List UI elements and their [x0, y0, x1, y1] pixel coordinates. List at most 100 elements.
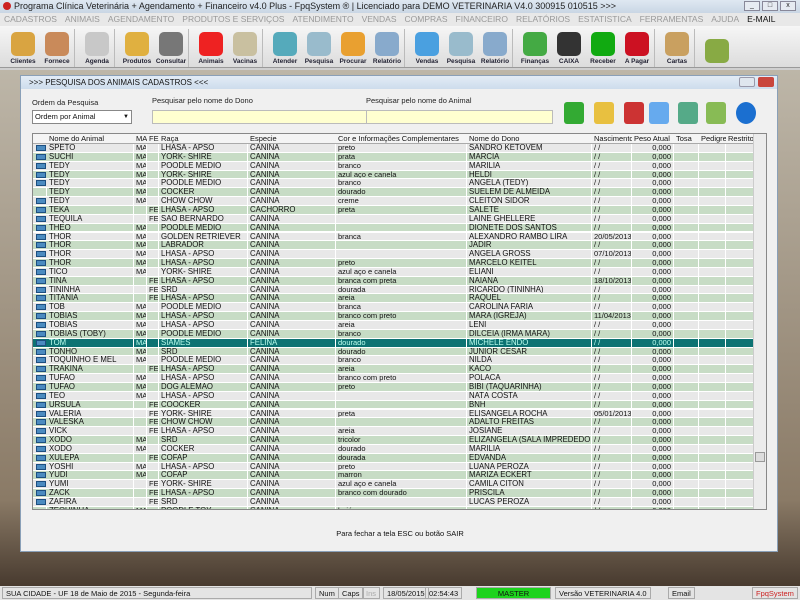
toolbar-button-clientes[interactable]: Clientes: [6, 27, 40, 67]
table-row[interactable]: VALESKA FE CHOW CHOW CANINA ADALTO FREITAS /…: [33, 418, 754, 428]
table-row[interactable]: TONHO MA SRD CANINA dourado JUNIOR CESAR / /0…: [33, 347, 754, 357]
help-button[interactable]: [739, 77, 755, 87]
table-row[interactable]: TEDY MA COCKER CANINA dourado SUELEM DE ALMEI…: [33, 188, 754, 198]
toolbar-button-fornece[interactable]: Fornece: [40, 27, 74, 67]
window-close-button[interactable]: [758, 77, 774, 87]
table-row[interactable]: SPETO MA LHASA - APSO CANINA preto SANDRO KET…: [33, 144, 754, 153]
toolbar-button-pesquisa[interactable]: Pesquisa: [302, 27, 336, 67]
toolbar-button-animais[interactable]: Animais: [194, 27, 228, 67]
delete-button[interactable]: [624, 102, 644, 124]
menu-ajuda[interactable]: AJUDA: [711, 13, 739, 26]
toolbar-button-relat-rio[interactable]: Relatório: [370, 27, 404, 67]
table-row[interactable]: TEDY MA CHOW CHOW CANINA creme CLEITON SIDOR …: [33, 197, 754, 206]
table-row[interactable]: TININHA FE SRD CANINA dourada RICARDO (TININH…: [33, 285, 754, 295]
menu-cadastros[interactable]: CADASTROS: [4, 13, 57, 26]
table-row[interactable]: TOBIAS MA LHASA - APSO CANINA areia LENI / /0…: [33, 321, 754, 330]
print-button[interactable]: [649, 102, 669, 124]
table-row[interactable]: ZACK FE LHASA - APSO CANINA branco com doura…: [33, 489, 754, 498]
table-row[interactable]: THOR MA LHASA - APSO CANINA ANGELA GROSS 07/1…: [33, 250, 754, 260]
column-header[interactable]: Raça: [159, 134, 248, 144]
table-row[interactable]: TEDY MA YORK- SHIRE CANINA azul aço e canela…: [33, 170, 754, 180]
toolbar-button-atender[interactable]: Atender: [268, 27, 302, 67]
toolbar-button-a-pagar[interactable]: A Pagar: [620, 27, 654, 67]
table-row[interactable]: TEDY MA POODLE MEDIO CANINA branco ANGELA (TE…: [33, 179, 754, 189]
menu-email[interactable]: E-MAIL: [747, 13, 775, 26]
table-row[interactable]: SUCHI MA YORK- SHIRE CANINA prata MARCIA / /0…: [33, 152, 754, 162]
table-row[interactable]: URSULA FE COOCKER CANINA BNH / /0,000: [33, 400, 754, 410]
table-row[interactable]: XODO MA COCKER CANINA dourado MARILIA / /0,00…: [33, 444, 754, 454]
owner-search-input[interactable]: [152, 110, 372, 124]
table-row[interactable]: TRAKINA FE LHASA - APSO CANINA areia KACO / /…: [33, 365, 754, 375]
table-row[interactable]: TUFAO MA LHASA - APSO CANINA branco com pret…: [33, 374, 754, 383]
toolbar-button-exit[interactable]: [700, 27, 734, 67]
toolbar-button-procurar[interactable]: Procurar: [336, 27, 370, 67]
table-row[interactable]: YUDI MA COFAP CANINA marron MARIZA ECKERT / /…: [33, 471, 754, 481]
photo-button[interactable]: [678, 102, 698, 124]
table-row[interactable]: TICO MA YORK- SHIRE CANINA azul aço e canela…: [33, 267, 754, 277]
column-header[interactable]: MA: [134, 134, 147, 144]
column-header[interactable]: Especie: [248, 134, 336, 144]
table-row[interactable]: TOBIAS MA LHASA - APSO CANINA branco com pre…: [33, 312, 754, 321]
table-row[interactable]: THOR MA GOLDEN RETRIEVER CANINA branca ALEXAN…: [33, 232, 754, 242]
next-button[interactable]: [736, 102, 756, 124]
toolbar-button-vacinas[interactable]: Vacinas: [228, 27, 262, 67]
table-row[interactable]: TÉO MA LHASA - APSO CANINA NATÃ COSTA / /0,0…: [33, 391, 754, 401]
add-button[interactable]: [564, 102, 584, 124]
table-row[interactable]: XULEPA FE COFAP CANINA dourada EDVANDA / /0,0…: [33, 453, 754, 463]
toolbar-button-receber[interactable]: Receber: [586, 27, 620, 67]
menu-estatistica[interactable]: ESTATISTICA: [578, 13, 632, 26]
close-button[interactable]: x: [780, 1, 796, 11]
toolbar-button-pesquisa[interactable]: Pesquisa: [444, 27, 478, 67]
column-header[interactable]: Restrito: [726, 134, 754, 144]
menu-ferramentas[interactable]: FERRAMENTAS: [640, 13, 704, 26]
toolbar-button-caixa[interactable]: CAIXA: [552, 27, 586, 67]
edit-button[interactable]: [594, 102, 614, 124]
toolbar-button-relat-rio[interactable]: Relatório: [478, 27, 512, 67]
order-select[interactable]: Ordem por Animal: [32, 110, 132, 124]
table-row[interactable]: TOBIAS (TOBY) MA POODLE MEDIO CANINA branco D…: [33, 329, 754, 339]
table-row[interactable]: YUMI FE YORK- SHIRE CANINA azul aço e canela…: [33, 480, 754, 490]
table-row[interactable]: TOQUINHO E MEL MA POODLE MEDIO CANINA branco…: [33, 356, 754, 366]
report-button[interactable]: [706, 102, 726, 124]
minimize-button[interactable]: _: [744, 1, 760, 11]
table-row[interactable]: VALERIA FE YORK- SHIRE CANINA preta ELISANGEL…: [33, 409, 754, 419]
menu-animais[interactable]: ANIMAIS: [65, 13, 100, 26]
toolbar-button-agenda[interactable]: Agenda: [80, 27, 114, 67]
table-row[interactable]: THOR MA LABRADOR CANINA JADIR / /0,000: [33, 241, 754, 251]
table-row[interactable]: TINA FE LHASA - APSO CANINA branca com preta…: [33, 276, 754, 286]
table-row[interactable]: TITANIA FE LHASA - APSO CANINA areia RAQUEL /…: [33, 294, 754, 304]
column-header[interactable]: FE: [147, 134, 159, 144]
toolbar-button-produtos[interactable]: Produtos: [120, 27, 154, 67]
menu-compras[interactable]: COMPRAS: [405, 13, 448, 26]
table-row[interactable]: TEQUILA FE SAO BERNARDO CANINA LAINE GHELLER…: [33, 214, 754, 224]
toolbar-button-cartas[interactable]: Cartas: [660, 27, 694, 67]
table-row[interactable]: TOB MA POODLE MEDIO CANINA branca CAROLINA FA…: [33, 303, 754, 313]
table-row[interactable]: ZEQUINHAMA POODLE TOYCANINAbejé / /0,000: [33, 506, 754, 509]
toolbar-button-finan-as[interactable]: Finanças: [518, 27, 552, 67]
toolbar-button-vendas[interactable]: Vendas: [410, 27, 444, 67]
toolbar-button-consultar[interactable]: Consultar: [154, 27, 188, 67]
menu-produtos-e-servi-os[interactable]: PRODUTOS E SERVIÇOS: [182, 13, 284, 26]
column-header[interactable]: Nome do Dono: [467, 134, 592, 144]
table-row[interactable]: YOSHI MA LHASA - APSO CANINA preto LUANA PERO…: [33, 462, 754, 472]
table-row[interactable]: TEDY MA POODLE MEDIO CANINA branco MARILIA / …: [33, 161, 754, 171]
status-email[interactable]: Email: [668, 587, 695, 599]
table-row[interactable]: XODO MA SRD CANINA tricolor ELIZANGELA (SALA …: [33, 436, 754, 445]
column-header[interactable]: Nascimento: [592, 134, 632, 144]
scrollbar-thumb[interactable]: [755, 452, 765, 462]
table-row[interactable]: THOR MA LHASA - APSO CANINA preto MARCELO KEI…: [33, 259, 754, 268]
table-row[interactable]: TUFAO MA DOG ALEMAO CANINA preto BIBI (TAQUAR…: [33, 382, 754, 392]
table-row[interactable]: TOM MA SIAMES FELINA dourado MICHELE ENDO / /…: [33, 338, 754, 348]
menu-atendimento[interactable]: ATENDIMENTO: [292, 13, 353, 26]
table-row[interactable]: VICK FE LHASA - APSO CANINA areia JOSIANE / /…: [33, 427, 754, 437]
table-row[interactable]: ZAFIRA FE SRD CANINA LUCAS PEROZA / /0,000: [33, 498, 754, 507]
menu-relat-rios[interactable]: RELATÓRIOS: [516, 13, 570, 26]
animal-search-input[interactable]: [366, 110, 553, 124]
menu-agendamento[interactable]: AGENDAMENTO: [108, 13, 174, 26]
table-row[interactable]: TEKA FE LHASA - APSO CACHORRO preta SALETE / …: [33, 205, 754, 215]
column-header[interactable]: Cor e Informações Complementares: [336, 134, 467, 144]
maximize-button[interactable]: □: [762, 1, 778, 11]
column-header[interactable]: Pedigre: [699, 134, 726, 144]
column-header[interactable]: Peso Atual: [632, 134, 674, 144]
table-row[interactable]: THEO MA POODLE MEDIO CANINA DIONETE DOS SANT…: [33, 223, 754, 233]
